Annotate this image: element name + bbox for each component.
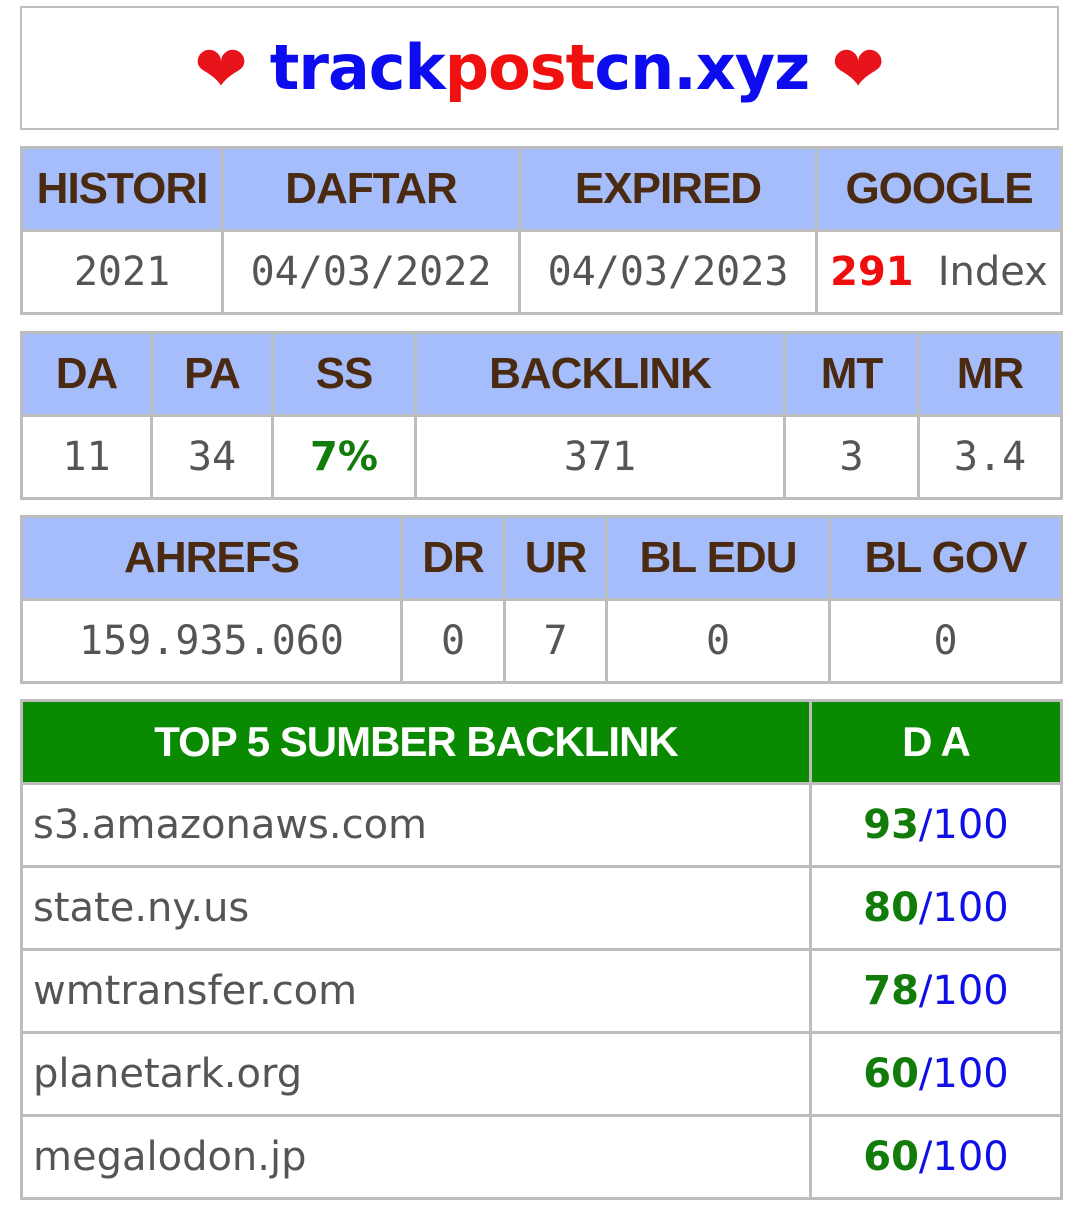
- value-bl-edu: 0: [605, 598, 831, 684]
- da-score: 60: [863, 1134, 919, 1180]
- header-bl-edu: BL EDU: [605, 515, 831, 601]
- header-ss: SS: [271, 331, 417, 417]
- value-google: 291 Index: [815, 229, 1063, 315]
- table-row: megalodon.jp 60/100: [20, 1114, 1063, 1200]
- top-backlinks-table: TOP 5 SUMBER BACKLINK D A s3.amazonaws.c…: [20, 699, 1063, 1200]
- table-row: planetark.org 60/100: [20, 1031, 1063, 1117]
- header-histori: HISTORI: [20, 146, 224, 232]
- backlink-domain: s3.amazonaws.com: [20, 782, 812, 868]
- backlink-domain: state.ny.us: [20, 865, 812, 951]
- value-mr: 3.4: [917, 414, 1063, 500]
- header-ur: UR: [503, 515, 608, 601]
- domain-part-track: track: [269, 31, 446, 104]
- header-da-score: D A: [809, 699, 1063, 785]
- da-max: /100: [918, 802, 1009, 848]
- header-backlink: BACKLINK: [414, 331, 786, 417]
- backlink-domain: megalodon.jp: [20, 1114, 812, 1200]
- table-row: s3.amazonaws.com 93/100: [20, 782, 1063, 868]
- domain-info-table: HISTORI DAFTAR EXPIRED GOOGLE 2021 04/03…: [20, 146, 1063, 315]
- site-title-box: ❤ trackpostcn.xyz ❤: [20, 6, 1059, 130]
- ahrefs-metrics-table: AHREFS DR UR BL EDU BL GOV 159.935.060 0…: [20, 515, 1063, 684]
- da-max: /100: [918, 885, 1009, 931]
- header-mr: MR: [917, 331, 1063, 417]
- site-domain-title: trackpostcn.xyz: [270, 37, 811, 99]
- backlink-da: 60/100: [809, 1114, 1063, 1200]
- value-ur: 7: [503, 598, 608, 684]
- header-ahrefs: AHREFS: [20, 515, 403, 601]
- da-max: /100: [918, 1134, 1009, 1180]
- value-backlink: 371: [414, 414, 786, 500]
- header-da: DA: [20, 331, 153, 417]
- value-dr: 0: [400, 598, 506, 684]
- header-bl-gov: BL GOV: [828, 515, 1063, 601]
- domain-part-tld: cn.xyz: [594, 31, 810, 104]
- heart-right-icon: ❤: [831, 33, 885, 107]
- value-ahrefs: 159.935.060: [20, 598, 403, 684]
- header-dr: DR: [400, 515, 506, 601]
- value-da: 11: [20, 414, 153, 500]
- value-bl-gov: 0: [828, 598, 1063, 684]
- backlink-da: 60/100: [809, 1031, 1063, 1117]
- value-ss: 7%: [271, 414, 417, 500]
- header-pa: PA: [150, 331, 274, 417]
- domain-part-post: post: [444, 31, 596, 104]
- table-row: wmtransfer.com 78/100: [20, 948, 1063, 1034]
- backlink-domain: wmtransfer.com: [20, 948, 812, 1034]
- value-expired: 04/03/2023: [518, 229, 818, 315]
- value-pa: 34: [150, 414, 274, 500]
- value-mt: 3: [783, 414, 920, 500]
- da-max: /100: [918, 968, 1009, 1014]
- backlink-domain: planetark.org: [20, 1031, 812, 1117]
- header-expired: EXPIRED: [518, 146, 818, 232]
- da-max: /100: [918, 1051, 1009, 1097]
- backlink-da: 80/100: [809, 865, 1063, 951]
- da-score: 60: [863, 1051, 919, 1097]
- header-daftar: DAFTAR: [221, 146, 521, 232]
- table-row: state.ny.us 80/100: [20, 865, 1063, 951]
- moz-metrics-table: DA PA SS BACKLINK MT MR 11 34 7% 371 3 3…: [20, 331, 1063, 500]
- backlink-da: 78/100: [809, 948, 1063, 1034]
- backlink-da: 93/100: [809, 782, 1063, 868]
- value-histori: 2021: [20, 229, 224, 315]
- google-index-label: Index: [937, 249, 1048, 295]
- da-score: 80: [863, 885, 919, 931]
- da-score: 93: [863, 802, 919, 848]
- value-daftar: 04/03/2022: [221, 229, 521, 315]
- google-index-count: 291: [830, 249, 914, 295]
- da-score: 78: [863, 968, 919, 1014]
- header-google: GOOGLE: [815, 146, 1063, 232]
- header-top-sources: TOP 5 SUMBER BACKLINK: [20, 699, 812, 785]
- header-mt: MT: [783, 331, 920, 417]
- heart-left-icon: ❤: [194, 33, 248, 107]
